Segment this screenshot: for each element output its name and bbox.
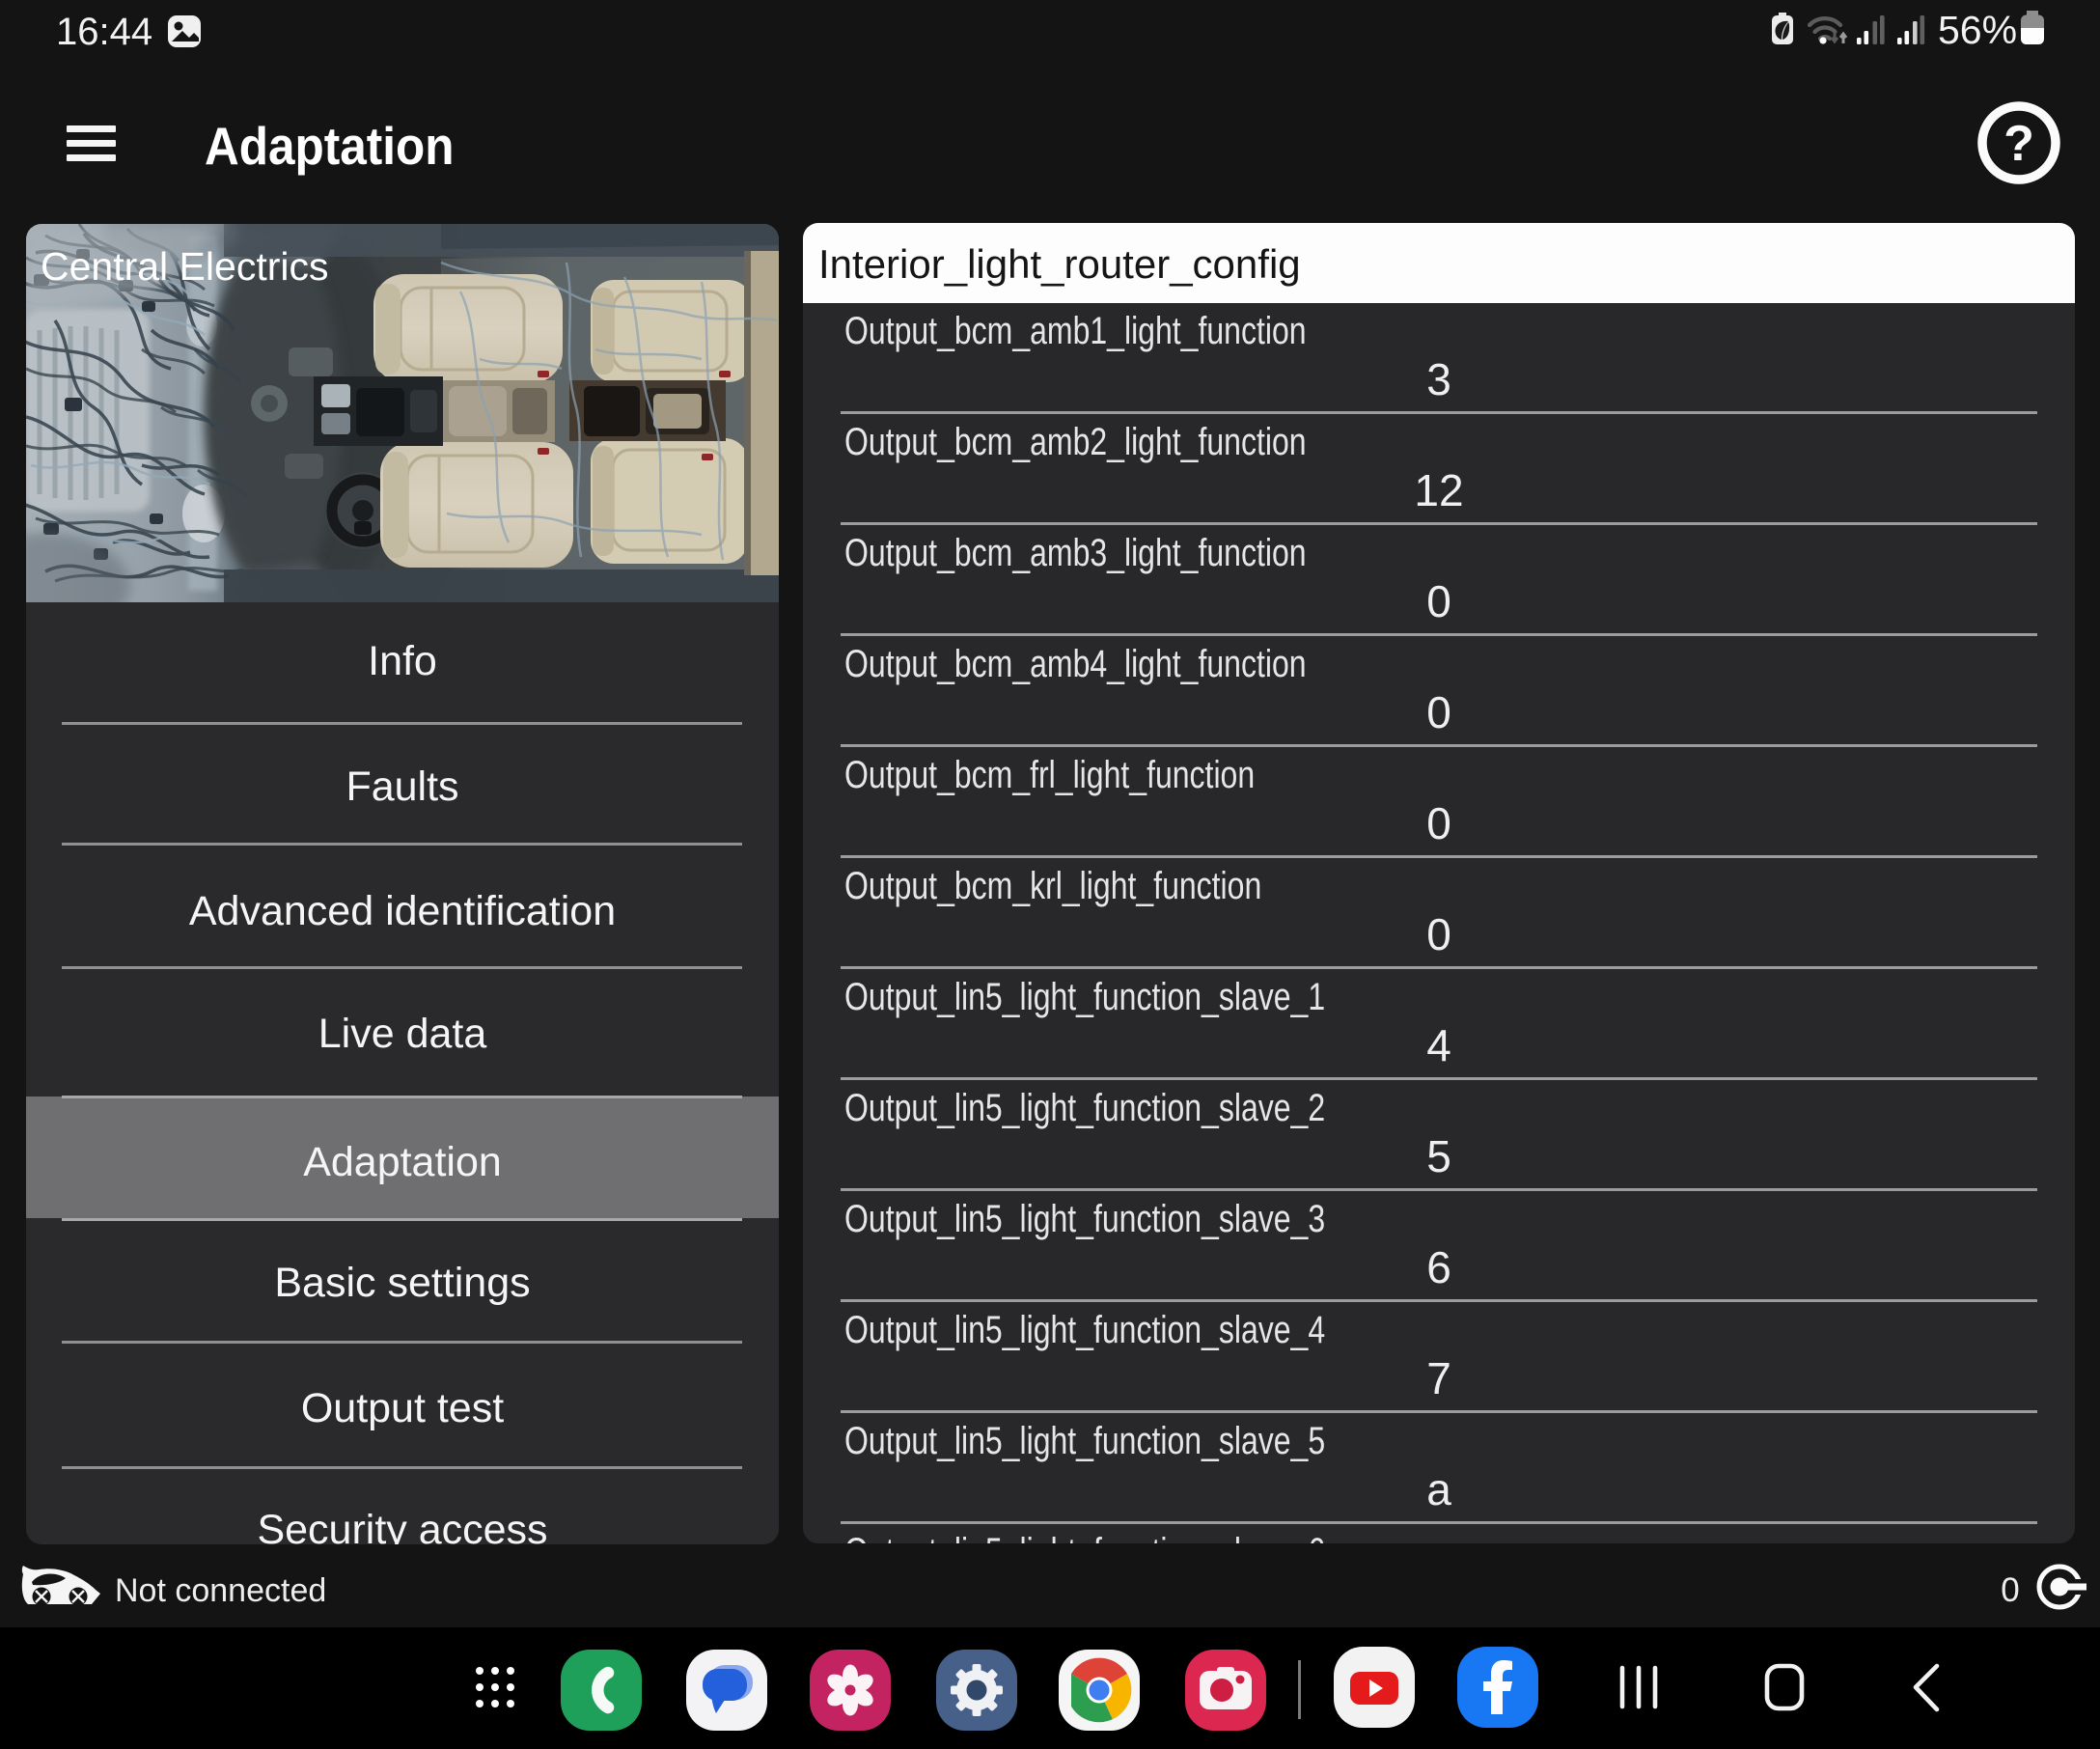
svg-text:Central Electrics: Central Electrics [41,244,328,289]
svg-text:?: ? [2003,116,2034,172]
